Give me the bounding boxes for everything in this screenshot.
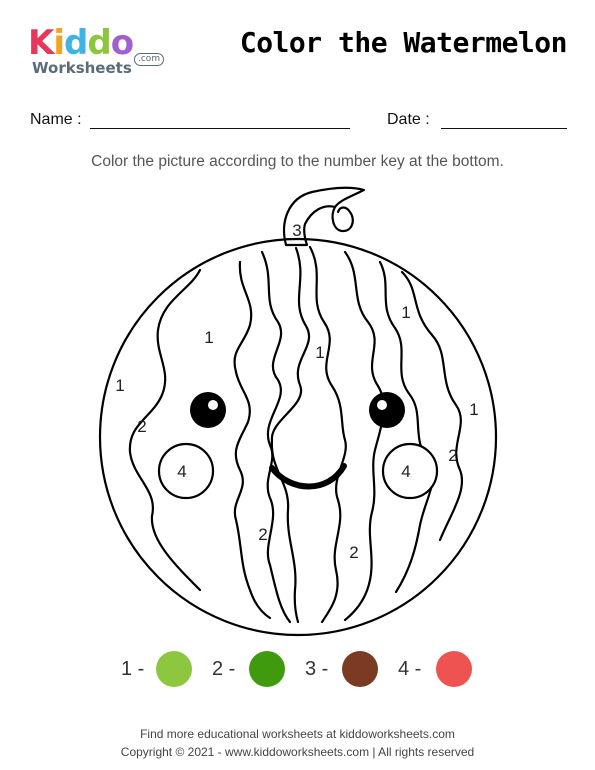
left-eye xyxy=(190,392,226,428)
region-number: 1 xyxy=(469,400,478,419)
key-number: 1 - xyxy=(121,658,145,680)
region-number: 2 xyxy=(448,446,457,465)
stripe-line xyxy=(270,246,311,442)
stem-curl xyxy=(331,205,354,233)
footer-copyright: Copyright © 2021 - www.kiddoworksheets.c… xyxy=(120,745,475,759)
color-key: 1 - 2 - 3 - 4 - xyxy=(0,651,595,691)
footer-promo: Find more educational worksheets at kidd… xyxy=(140,727,455,741)
key-number: 4 - xyxy=(398,658,422,680)
stripe-line xyxy=(233,260,272,620)
key-number: 2 - xyxy=(212,658,236,680)
region-number: 4 xyxy=(401,462,410,481)
region-number: 3 xyxy=(292,221,301,240)
region-number: 1 xyxy=(315,343,324,362)
key-number: 3 - xyxy=(305,658,329,680)
region-number: 2 xyxy=(349,543,358,562)
region-number: 1 xyxy=(115,376,124,395)
key-color-swatch xyxy=(156,651,192,687)
right-eye xyxy=(369,392,405,428)
stripe-line xyxy=(343,250,385,622)
key-color-swatch xyxy=(436,651,472,687)
region-number: 1 xyxy=(401,303,410,322)
key-color-swatch xyxy=(342,651,378,687)
region-number: 2 xyxy=(258,525,267,544)
key-color-swatch xyxy=(249,651,285,687)
region-number: 2 xyxy=(137,417,146,436)
region-number: 1 xyxy=(204,328,213,347)
stripe-line xyxy=(260,250,292,624)
stripe-line xyxy=(308,245,347,624)
region-number: 4 xyxy=(177,462,186,481)
stripe-line xyxy=(270,438,300,624)
